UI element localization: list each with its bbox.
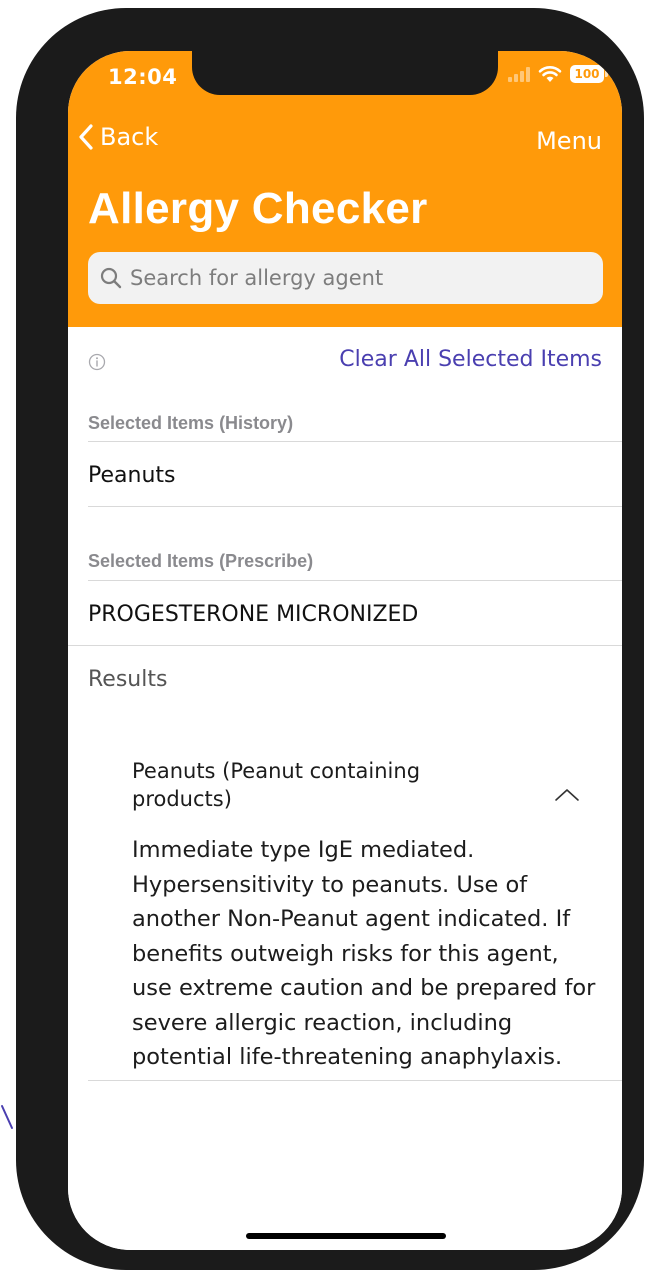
back-button-label: Back: [100, 123, 159, 151]
page: 12:04 100 Back Menu Allergy Checker Sear…: [0, 0, 650, 1277]
results-header: Results: [88, 667, 168, 692]
content-area: Clear All Selected Items Selected Items …: [68, 327, 622, 1250]
battery-level: 100: [574, 67, 600, 81]
camera-notch: [192, 51, 498, 95]
divider: [88, 506, 622, 507]
battery-icon: 100: [570, 65, 608, 83]
phone-screen: 12:04 100 Back Menu Allergy Checker Sear…: [68, 51, 622, 1250]
back-button[interactable]: Back: [78, 123, 158, 151]
divider: [68, 645, 622, 646]
prescribe-section-header: Selected Items (Prescribe): [88, 551, 314, 571]
page-title: Allergy Checker: [88, 184, 428, 233]
search-bar[interactable]: [88, 252, 603, 304]
home-indicator: [246, 1233, 446, 1239]
divider: [88, 580, 622, 581]
signal-icon: [508, 66, 530, 82]
info-icon[interactable]: [88, 353, 106, 371]
divider: [88, 441, 622, 442]
search-icon: [100, 267, 122, 289]
history-item[interactable]: Peanuts: [88, 463, 175, 488]
chevron-left-icon: [0, 1082, 14, 1130]
result-item-description: Immediate type IgE mediated. Hypersensit…: [132, 837, 596, 1070]
navigation-header: 12:04 100 Back Menu Allergy Checker Sear…: [68, 51, 622, 327]
chevron-up-icon[interactable]: [554, 787, 580, 803]
search-input[interactable]: [128, 265, 588, 291]
phone-frame: 12:04 100 Back Menu Allergy Checker Sear…: [16, 8, 644, 1270]
back-chevron-icon: [78, 123, 94, 151]
status-icons: 100: [508, 65, 608, 83]
result-item-title[interactable]: Peanuts (Peanut containing products): [132, 757, 472, 813]
menu-button[interactable]: Menu: [536, 127, 602, 155]
clear-all-button[interactable]: Clear All Selected Items: [339, 347, 602, 372]
divider: [88, 1080, 622, 1081]
history-section-header: Selected Items (History): [88, 413, 294, 433]
wifi-icon: [538, 65, 562, 83]
status-time: 12:04: [108, 65, 178, 89]
prescribe-item[interactable]: PROGESTERONE MICRONIZED: [88, 602, 418, 627]
